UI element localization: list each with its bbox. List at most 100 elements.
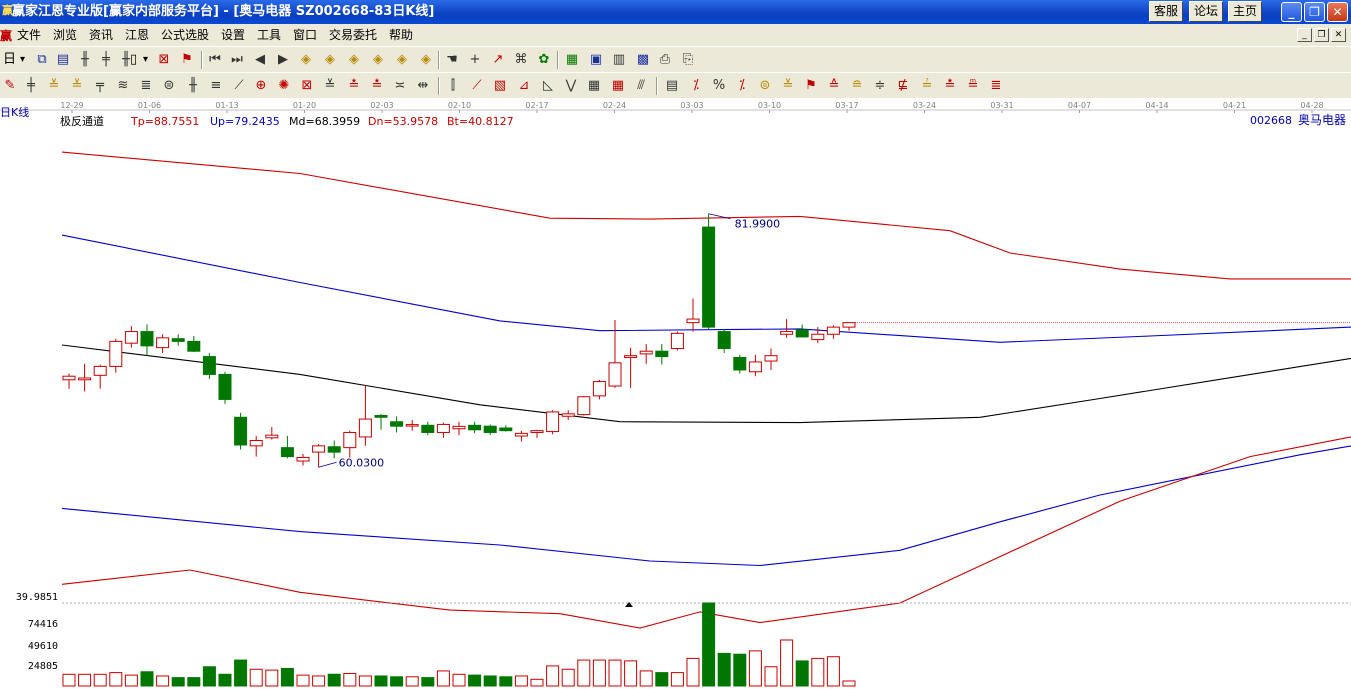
draw-tool-18-icon[interactable]: ⇹ (414, 76, 432, 95)
draw-tool-30-icon[interactable]: ⁒ (733, 76, 751, 95)
period-dropdown[interactable]: 日 (3, 51, 16, 69)
bar-style-icon[interactable]: ╫ (76, 50, 94, 69)
kline-chart[interactable]: 12-29 01-06 01-13 01-20 02-03 02-10 02-17 02-24… (0, 98, 1351, 689)
menu-gann[interactable]: 江恩 (125, 27, 149, 43)
draw-tool-8-icon[interactable]: ╫ (184, 76, 202, 95)
draw-tool-20-icon[interactable]: ⟋ (468, 76, 486, 95)
gann-diamond-3-icon[interactable]: ◈ (345, 50, 363, 69)
date-tick-label: 03-31 (990, 101, 1013, 110)
draw-tool-33-icon[interactable]: ⚑ (802, 76, 820, 95)
menu-settings[interactable]: 设置 (221, 27, 245, 43)
draw-tool-32-icon[interactable]: ≚ (779, 76, 797, 95)
draw-tool-12-icon[interactable]: ✺ (275, 76, 293, 95)
hand-pan-icon[interactable]: ☚ (443, 50, 461, 69)
chart-period-label: 日K线 (0, 106, 30, 119)
report-icon[interactable]: ▤ (54, 50, 72, 69)
menu-tools[interactable]: 工具 (257, 27, 281, 43)
notebook-icon[interactable]: ▥ (610, 50, 628, 69)
draw-tool-28-icon[interactable]: ▤ (663, 76, 681, 95)
draw-tool-40-icon[interactable]: ≞ (964, 76, 982, 95)
kline-chart-svg[interactable]: 12-29 01-06 01-13 01-20 02-03 02-10 02-17 02-24… (0, 98, 1351, 689)
draw-tool-25-icon[interactable]: ▦ (585, 76, 603, 95)
draw-tool-2-icon[interactable]: ≚ (45, 76, 63, 95)
candle-body (78, 377, 92, 381)
gann-diamond-2-icon[interactable]: ◈ (321, 50, 339, 69)
trend-line-icon[interactable]: ↗ (489, 50, 507, 69)
draw-tool-17-icon[interactable]: ≍ (391, 76, 409, 95)
draw-tool-35-icon[interactable]: ≘ (848, 76, 866, 95)
save-icon[interactable]: ▩ (634, 50, 652, 69)
gann-diamond-4-icon[interactable]: ◈ (369, 50, 387, 69)
cursor-dropdown-arrow-icon[interactable]: ▾ (143, 51, 148, 69)
draw-tool-37-icon[interactable]: ⋢ (894, 76, 912, 95)
customer-service-button[interactable]: 客服 (1149, 1, 1184, 22)
draw-tool-9-icon[interactable]: ≡ (207, 76, 225, 95)
gann-diamond-6-icon[interactable]: ◈ (417, 50, 435, 69)
draw-tool-19-icon[interactable]: ⫿ (444, 76, 462, 95)
draw-tool-41-icon[interactable]: ≣ (987, 76, 1005, 95)
calendar-icon[interactable]: ▦ (563, 50, 581, 69)
draw-tool-34-icon[interactable]: ≙ (825, 76, 843, 95)
first-page-icon[interactable]: ⏮ (206, 50, 224, 69)
draw-tool-38-icon[interactable]: ≟ (918, 76, 936, 95)
minimize-icon[interactable]: _ (1281, 2, 1302, 22)
gann-wheel-icon[interactable]: ✿ (535, 50, 553, 69)
crosshair-icon[interactable]: + (466, 50, 484, 69)
draw-tool-10-icon[interactable]: ⟋ (230, 76, 248, 95)
export-icon[interactable]: ⎙ (656, 50, 674, 69)
draw-tool-13-icon[interactable]: ⊠ (298, 76, 316, 95)
homepage-button[interactable]: 主页 (1228, 1, 1263, 22)
draw-tool-14-icon[interactable]: ≚ (321, 76, 339, 95)
draw-tool-6-icon[interactable]: ≣ (137, 76, 155, 95)
cursor-dropdown[interactable]: ▯ (130, 51, 137, 69)
draw-tool-24-icon[interactable]: ⋁ (562, 76, 580, 95)
draw-tool-23-icon[interactable]: ◺ (539, 76, 557, 95)
draw-tool-31-icon[interactable]: ⊜ (756, 76, 774, 95)
last-page-icon[interactable]: ⏭ (228, 50, 246, 69)
close-icon[interactable]: ✕ (1327, 2, 1348, 22)
restore-icon[interactable]: ❐ (1304, 2, 1325, 22)
menu-window[interactable]: 窗口 (293, 27, 317, 43)
draw-tool-1-icon[interactable]: ╪ (22, 76, 40, 95)
calculator-icon[interactable]: ▣ (587, 50, 605, 69)
draw-tool-11-icon[interactable]: ⊕ (252, 76, 270, 95)
draw-tool-21-icon[interactable]: ▧ (491, 76, 509, 95)
chart-switch-icon[interactable]: ⧉ (33, 50, 51, 69)
pencil-icon[interactable]: ✎ (1, 76, 19, 95)
mdi-restore-icon[interactable]: ❐ (1314, 28, 1329, 42)
graphic-icon[interactable]: ⌘ (512, 50, 530, 69)
draw-tool-15-icon[interactable]: ≛ (345, 76, 363, 95)
bar-style-2-icon[interactable]: ╪ (97, 50, 115, 69)
draw-tool-22-icon[interactable]: ⊿ (515, 76, 533, 95)
mdi-minimize-icon[interactable]: _ (1297, 28, 1312, 42)
draw-tool-26-icon[interactable]: ▦ (609, 76, 627, 95)
forum-button[interactable]: 论坛 (1189, 1, 1224, 22)
draw-tool-29-icon[interactable]: ⁒ (687, 76, 705, 95)
mdi-close-icon[interactable]: ✕ (1331, 28, 1346, 42)
scroll-left-icon[interactable]: ◀ (251, 50, 269, 69)
volume-bar (109, 672, 123, 687)
menu-formula-screener[interactable]: 公式选股 (161, 27, 209, 43)
draw-tool-39-icon[interactable]: ≛ (941, 76, 959, 95)
menu-news[interactable]: 资讯 (89, 27, 113, 43)
draw-tool-7-icon[interactable]: ⊜ (160, 76, 178, 95)
gann-diamond-1-icon[interactable]: ◈ (297, 50, 315, 69)
draw-tool-5-icon[interactable]: ≋ (114, 76, 132, 95)
menu-help[interactable]: 帮助 (389, 27, 413, 43)
draw-tool-36-icon[interactable]: ≑ (871, 76, 889, 95)
gann-diamond-5-icon[interactable]: ◈ (393, 50, 411, 69)
period-dropdown-arrow-icon[interactable]: ▾ (20, 51, 25, 69)
draw-tool-3-icon[interactable]: ≚ (68, 76, 86, 95)
scroll-right-icon[interactable]: ▶ (274, 50, 292, 69)
print-icon[interactable]: ⎘ (679, 50, 697, 69)
draw-tool-16-icon[interactable]: ≛ (368, 76, 386, 95)
flag-icon[interactable]: ⚑ (178, 50, 196, 69)
draw-tool-4-icon[interactable]: ╤ (91, 76, 109, 95)
menu-browse[interactable]: 浏览 (53, 27, 77, 43)
menu-file[interactable]: 文件 (17, 27, 41, 43)
percent-icon[interactable]: % (710, 76, 728, 95)
draw-tool-27-icon[interactable]: ⫻ (632, 76, 650, 95)
menu-trading[interactable]: 交易委托 (329, 27, 377, 43)
candle-body (764, 355, 778, 362)
cross-cursor-icon[interactable]: ⊠ (155, 50, 173, 69)
